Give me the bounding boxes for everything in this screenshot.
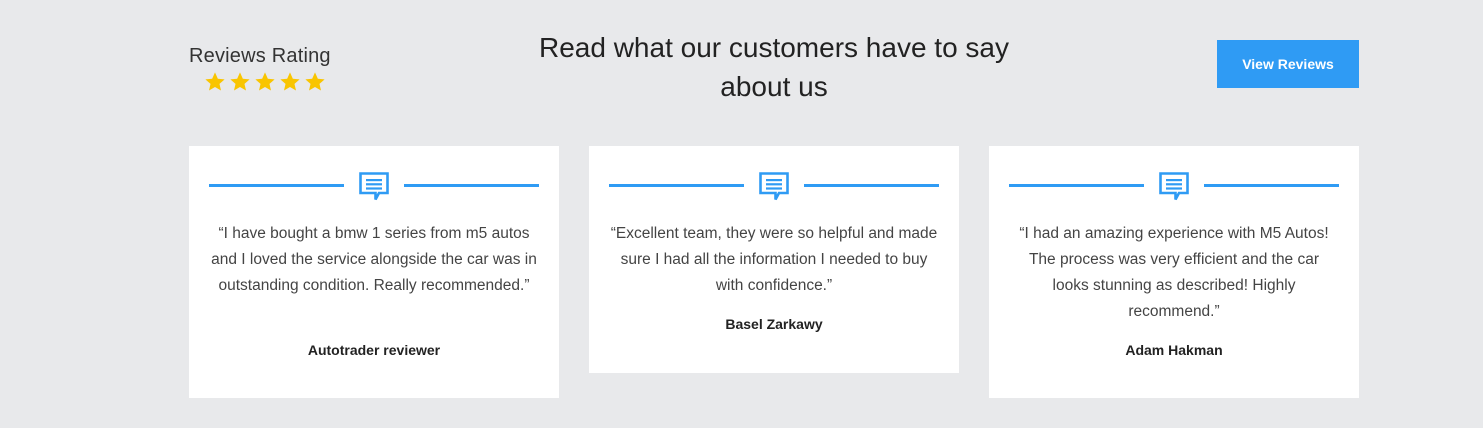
chat-icon (759, 172, 789, 201)
star-icon (255, 72, 275, 91)
review-author: Basel Zarkawy (725, 316, 823, 332)
review-quote: “I have bought a bmw 1 series from m5 au… (211, 225, 537, 294)
rating-stars (204, 71, 349, 93)
section-headline: Read what our customers have to say abou… (538, 32, 1009, 102)
review-card: “Excellent team, they were so helpful an… (589, 146, 959, 373)
review-card: “I have bought a bmw 1 series from m5 au… (189, 146, 559, 398)
review-author: Autotrader reviewer (307, 342, 441, 358)
card-divider (609, 172, 939, 202)
chat-icon (1159, 172, 1189, 201)
divider-line (1009, 184, 1144, 187)
reviews-rating: Reviews Rating (189, 44, 349, 93)
chat-icon (359, 172, 389, 201)
star-icon (280, 72, 300, 91)
star-icon (305, 72, 325, 91)
review-author: Adam Hakman (1125, 342, 1223, 358)
divider-line (609, 184, 744, 187)
star-icon (230, 72, 250, 91)
card-divider (1009, 172, 1339, 202)
review-card: “I had an amazing experience with M5 Aut… (989, 146, 1359, 398)
divider-line (404, 184, 539, 187)
divider-line (804, 184, 939, 187)
reviews-rating-label: Reviews Rating (189, 45, 331, 67)
review-quote: “I had an amazing experience with M5 Aut… (1019, 225, 1329, 320)
divider-line (209, 184, 344, 187)
divider-line (1204, 184, 1339, 187)
view-reviews-button[interactable]: View Reviews (1217, 40, 1359, 88)
star-icon (205, 72, 225, 91)
review-quote: “Excellent team, they were so helpful an… (610, 225, 938, 294)
card-divider (209, 172, 539, 202)
